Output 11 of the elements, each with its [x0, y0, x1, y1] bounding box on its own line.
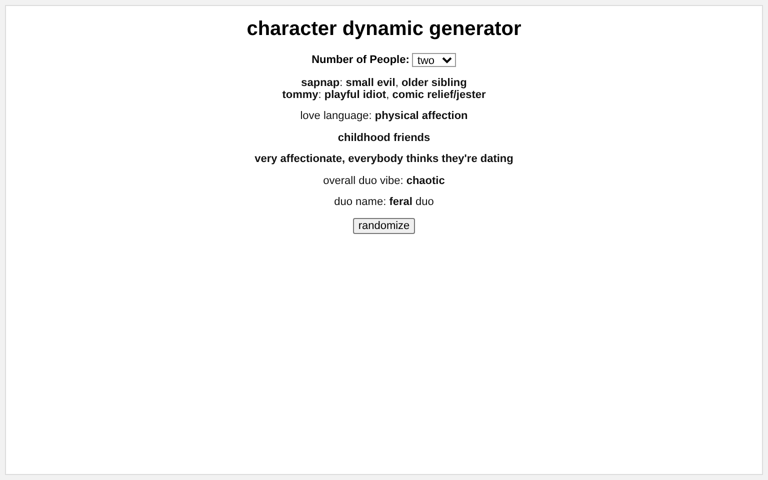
dynamic-line: overall duo vibe: chaotic — [323, 174, 445, 186]
people-count-dropdown[interactable]: two — [412, 53, 456, 67]
character-line: sapnap: small evil, older sibling — [301, 77, 467, 89]
randomize-button[interactable]: randomize — [353, 218, 415, 234]
dynamic-line: very affectionate, everybody thinks they're dating — [254, 153, 514, 165]
character-line: tommy: playful idiot, comic relief/jester — [282, 89, 486, 101]
people-count-label: Number of People: — [312, 54, 410, 66]
dynamic-line: love language: physical affection — [300, 110, 468, 122]
dynamic-line: childhood friends — [338, 132, 430, 144]
dynamic-line: duo name: feral duo — [334, 196, 434, 208]
page-title: character dynamic generator — [246, 18, 522, 41]
